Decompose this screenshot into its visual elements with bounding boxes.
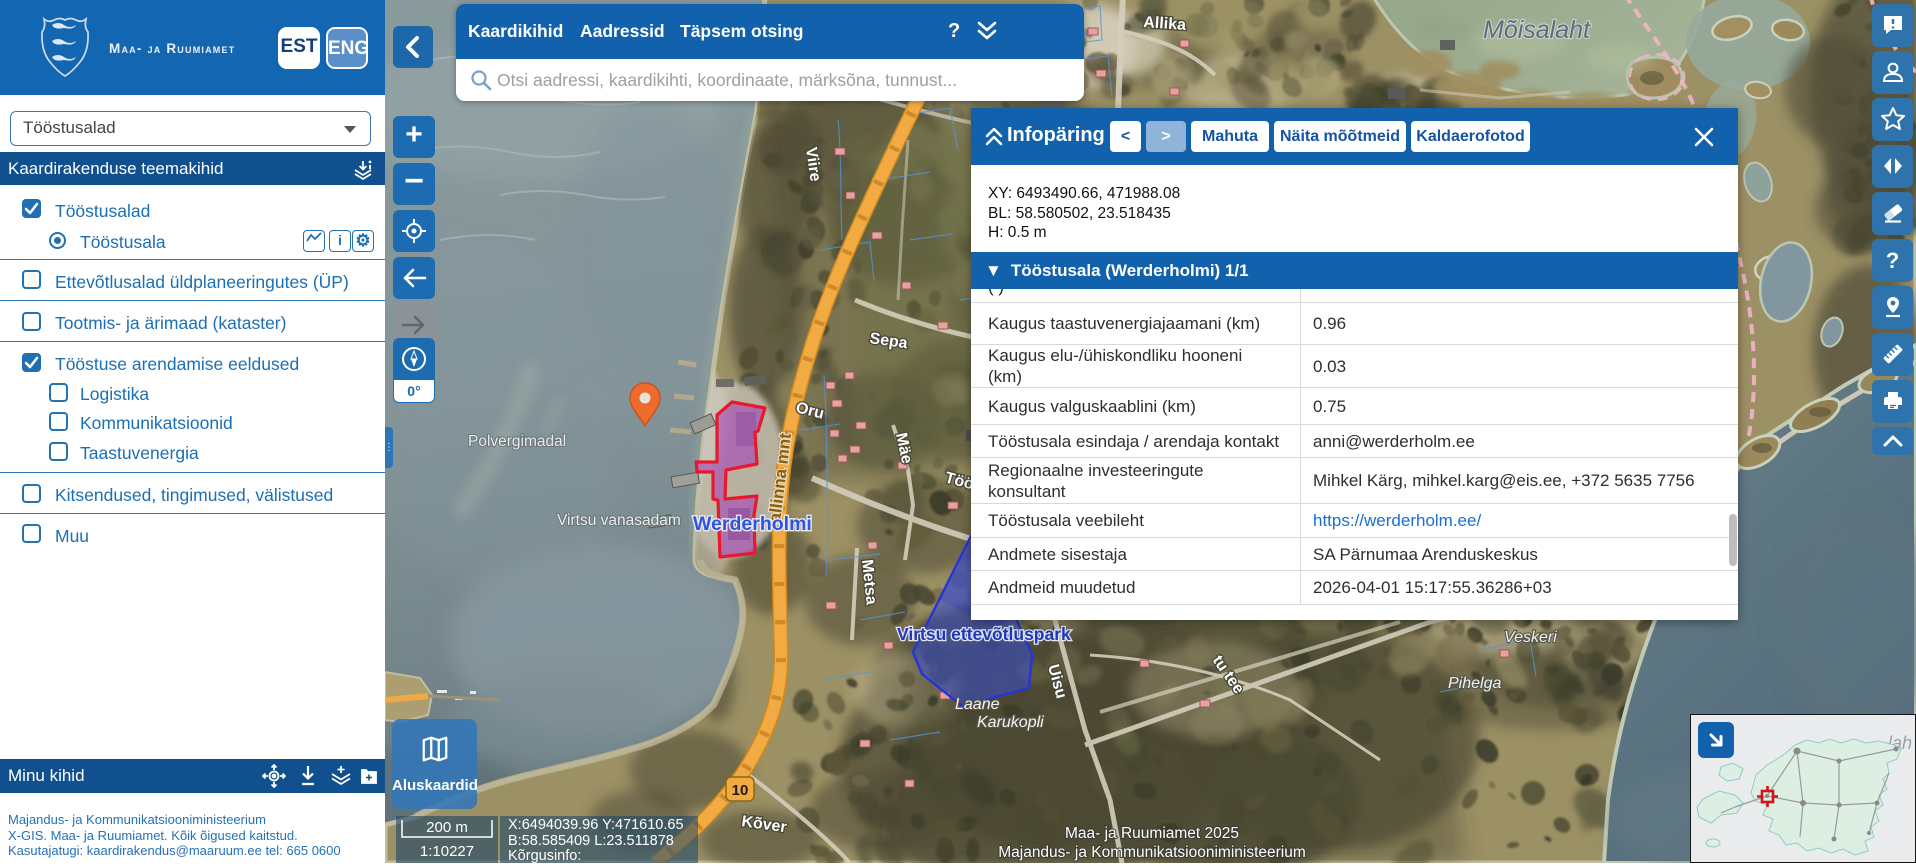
svg-text:Veskeri: Veskeri (1504, 629, 1557, 646)
svg-text:Allika: Allika (1143, 14, 1187, 34)
svg-text:Polvergimadal: Polvergimadal (468, 433, 566, 450)
svg-text:Maa- ja Ruumiamet 2025: Maa- ja Ruumiamet 2025 (1065, 825, 1239, 842)
svg-text:Mõisalaht: Mõisalaht (1483, 16, 1591, 44)
svg-text:Laane: Laane (955, 696, 1000, 713)
svg-text:Karukopli: Karukopli (977, 714, 1044, 731)
svg-text:Virtsu ettevõtluspark: Virtsu ettevõtluspark (897, 624, 1071, 644)
svg-text:Pihelga: Pihelga (1448, 675, 1501, 692)
svg-text:10: 10 (732, 782, 749, 799)
svg-text:Virtsu vanasadam: Virtsu vanasadam (557, 512, 681, 529)
svg-text:Werderholmi: Werderholmi (693, 513, 812, 535)
svg-text:Majandus- ja Kommunikatsioonim: Majandus- ja Kommunikatsiooniministeeriu… (998, 844, 1306, 861)
